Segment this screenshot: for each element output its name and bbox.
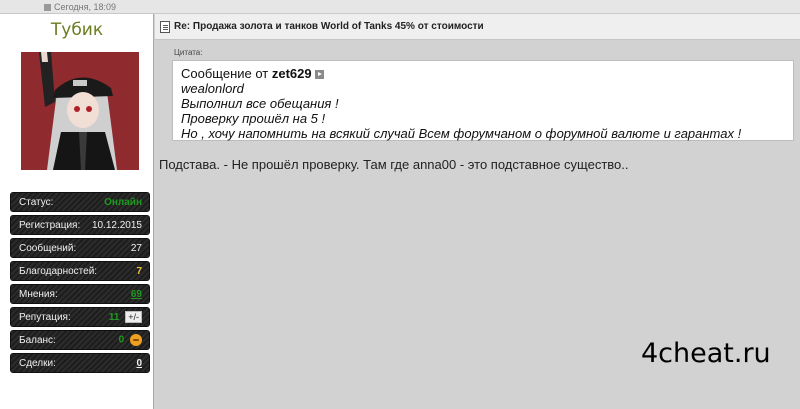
reputation-vote-button[interactable]: +/- xyxy=(125,311,142,323)
post-header: Re: Продажа золота и танков World of Tan… xyxy=(155,14,800,40)
balance-value: 0 xyxy=(118,334,125,346)
quote-author-line: Сообщение от zet629 xyxy=(181,66,785,81)
username[interactable]: Тубик xyxy=(0,20,154,40)
stat-opinions: Мнения: 69 xyxy=(10,284,150,304)
view-post-icon[interactable] xyxy=(314,70,324,80)
stat-thanks: Благодарностей: 7 xyxy=(10,261,150,281)
user-stats: Статус: Онлайн Регистрация: 10.12.2015 С… xyxy=(10,192,150,376)
stat-registration: Регистрация: 10.12.2015 xyxy=(10,215,150,235)
post-message: Подстава. - Не прошёл проверку. Там где … xyxy=(159,157,629,172)
anime-avatar-icon xyxy=(21,52,139,170)
quote-line: Но , хочу напомнить на всякий случай Все… xyxy=(181,126,742,141)
post-title: Re: Продажа золота и танков World of Tan… xyxy=(174,21,484,32)
posts-value: 27 xyxy=(130,242,142,254)
stat-status: Статус: Онлайн xyxy=(10,192,150,212)
coin-icon[interactable] xyxy=(130,334,142,346)
stat-reputation: Репутация: 11 +/- xyxy=(10,307,150,327)
calendar-icon xyxy=(44,3,51,11)
thanks-value: 7 xyxy=(136,265,142,277)
deals-value[interactable]: 0 xyxy=(136,358,142,369)
watermark: 4cheat.ru xyxy=(641,338,771,369)
quote-author: zet629 xyxy=(271,66,312,81)
document-icon xyxy=(160,21,170,33)
post-date: Сегодня, 18:09 xyxy=(44,2,116,12)
quote-line: wealonlord xyxy=(181,81,244,96)
registration-value: 10.12.2015 xyxy=(91,219,142,231)
opinions-value[interactable]: 69 xyxy=(131,289,142,300)
quote-line: Проверку прошёл на 5 ! xyxy=(181,111,326,126)
stat-posts: Сообщений: 27 xyxy=(10,238,150,258)
stat-deals: Сделки: 0 xyxy=(10,353,150,373)
user-panel: Тубик Статус: Онлайн Регистрация: 10.12.… xyxy=(0,14,154,409)
quote-block: Сообщение от zet629 wealonlord Выполнил … xyxy=(172,60,794,141)
top-bar: Сегодня, 18:09 xyxy=(0,0,800,14)
reputation-value: 11 xyxy=(108,312,120,323)
quote-label: Цитата: xyxy=(174,48,203,57)
quote-line: Выполнил все обещания ! xyxy=(181,96,339,111)
avatar[interactable] xyxy=(21,52,139,170)
stat-balance: Баланс: 0 xyxy=(10,330,150,350)
status-value: Онлайн xyxy=(104,196,142,208)
